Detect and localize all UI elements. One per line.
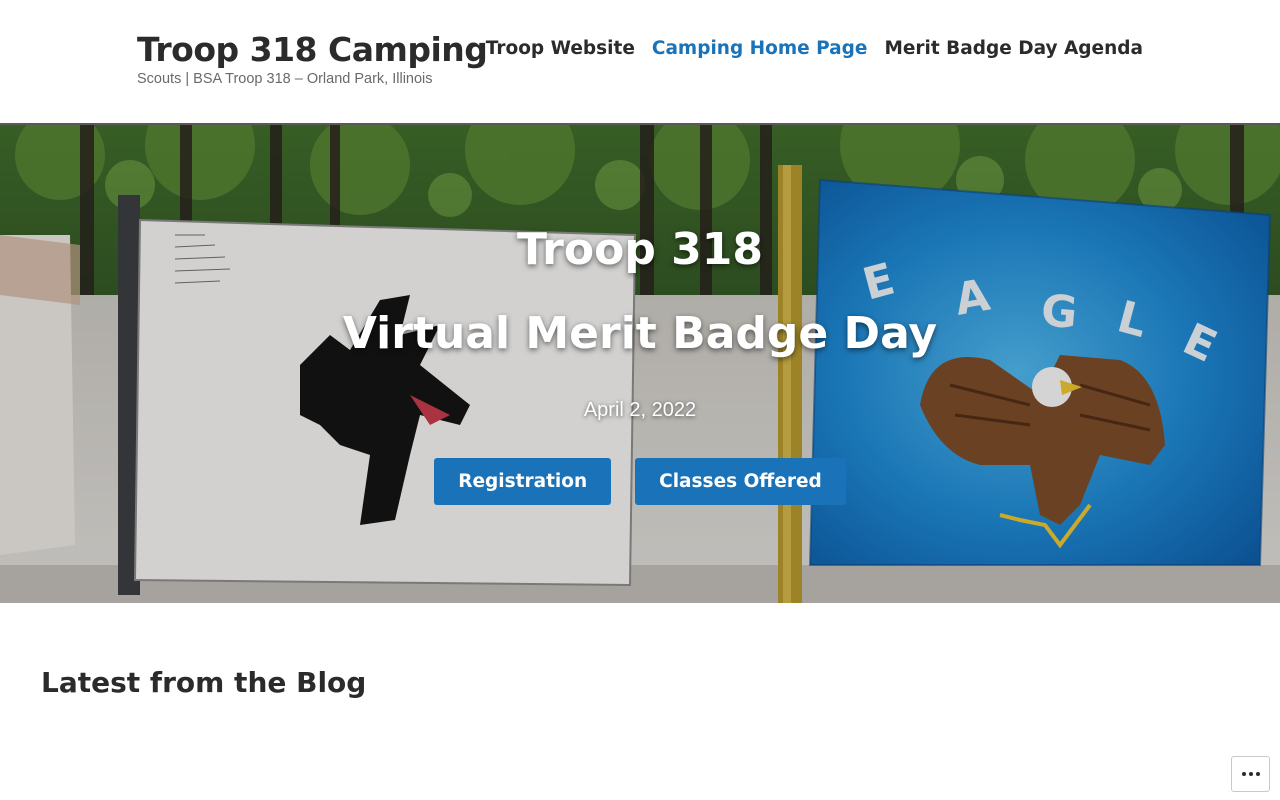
more-horizontal-icon <box>1241 772 1260 776</box>
site-title-link[interactable]: Troop 318 Camping <box>137 30 488 69</box>
classes-offered-button[interactable]: Classes Offered <box>635 458 846 505</box>
hero-title-line-1: Troop 318 <box>517 224 763 275</box>
hero-banner: E A G L E Troop 318 Virtual Merit Badge … <box>0 123 1280 603</box>
nav-item-troop-website[interactable]: Troop Website <box>486 38 635 59</box>
blog-section-heading: Latest from the Blog <box>41 666 367 699</box>
hero-button-group: Registration Classes Offered <box>0 458 1280 505</box>
hero-content: Troop 318 Virtual Merit Badge Day April … <box>0 125 1280 603</box>
nav-item-camping-home-page[interactable]: Camping Home Page <box>652 38 868 59</box>
registration-button[interactable]: Registration <box>434 458 612 505</box>
main-navigation: Troop Website Camping Home Page Merit Ba… <box>486 38 1143 59</box>
nav-item-merit-badge-day-agenda[interactable]: Merit Badge Day Agenda <box>884 38 1143 59</box>
site-tagline: Scouts | BSA Troop 318 – Orland Park, Il… <box>137 71 433 87</box>
more-options-button[interactable] <box>1231 756 1270 792</box>
hero-date: April 2, 2022 <box>583 399 697 421</box>
hero-title-line-2: Virtual Merit Badge Day <box>342 308 938 359</box>
site-header: Troop 318 Camping Scouts | BSA Troop 318… <box>0 0 1280 123</box>
